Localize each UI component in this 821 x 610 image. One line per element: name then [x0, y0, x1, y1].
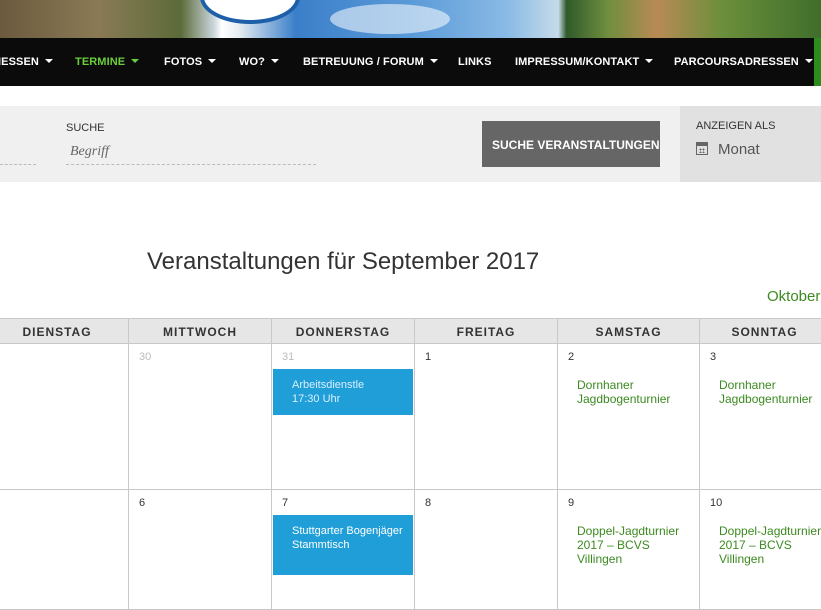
chevron-down-icon — [131, 59, 140, 63]
nav-item-termine[interactable]: TERMINE — [75, 38, 140, 86]
calendar-day-cell[interactable]: 31 Arbeitsdienstle 17:30 Uhr — [272, 344, 415, 490]
search-label: SUCHE — [66, 122, 105, 134]
day-number: 9 — [568, 497, 575, 509]
weekday-header-saturday: SAMSTAG — [558, 318, 700, 344]
calendar-day-cell[interactable]: 9 Doppel-Jagdturnier 2017 – BCVS Villing… — [558, 490, 700, 610]
nav-item-wo[interactable]: WO? — [239, 38, 279, 86]
calendar-day-cell[interactable]: 8 — [415, 490, 558, 610]
nav-item-impressum-kontakt[interactable]: IMPRESSUM/KONTAKT — [515, 38, 654, 86]
nav-item-parcoursadressen[interactable]: PARCOURSADRESSEN — [674, 38, 813, 86]
event-stammtisch[interactable]: Stuttgarter Bogenjäger Stammtisch — [273, 515, 413, 575]
view-dropdown[interactable]: Monat — [696, 141, 760, 158]
nav-item-betreuung-forum[interactable]: BETREUUNG / FORUM — [303, 38, 438, 86]
event-link[interactable]: Doppel-Jagdturnier 2017 – BCVS Villingen — [719, 524, 821, 566]
chevron-down-icon — [645, 59, 654, 63]
search-events-button[interactable]: SUCHE VERANSTALTUNGEN — [482, 121, 660, 167]
day-number: 6 — [139, 497, 146, 509]
banner-cloud — [330, 4, 450, 34]
calendar-day-cell[interactable]: 2 Dornhaner Jagdbogenturnier — [558, 344, 700, 490]
weekday-header-wednesday: MITTWOCH — [129, 318, 272, 344]
chevron-down-icon — [44, 59, 53, 63]
club-logo[interactable] — [200, 0, 300, 24]
page-title: Veranstaltungen für September 2017 — [147, 248, 540, 275]
day-number: 30 — [139, 351, 152, 363]
calendar-day-cell[interactable]: 29 — [0, 344, 129, 490]
search-input[interactable] — [66, 140, 316, 165]
calendar-icon — [696, 142, 708, 155]
weekday-header-friday: FREITAG — [415, 318, 558, 344]
main-nav: IESSEN TERMINE FOTOS WO? BETREUUNG / FOR… — [0, 38, 821, 86]
weekday-header-tuesday: DIENSTAG — [0, 318, 129, 344]
header-banner-image — [0, 0, 821, 38]
day-number: 10 — [710, 497, 723, 509]
event-link[interactable]: Dornhaner Jagdbogenturnier — [719, 378, 821, 406]
nav-accent-edge — [814, 38, 821, 86]
calendar-day-cell[interactable]: 30 — [129, 344, 272, 490]
day-number: 8 — [425, 497, 432, 509]
next-month-link[interactable]: Oktober — [767, 288, 820, 305]
nav-item-iessen[interactable]: IESSEN — [0, 38, 53, 86]
weekday-header-thursday: DONNERSTAG — [272, 318, 415, 344]
event-link[interactable]: Dornhaner Jagdbogenturnier — [577, 378, 695, 406]
day-number: 3 — [710, 351, 717, 363]
weekday-header-sunday: SONNTAG — [700, 318, 821, 344]
day-number: 31 — [282, 351, 295, 363]
calendar-day-cell[interactable]: 7 Stuttgarter Bogenjäger Stammtisch — [272, 490, 415, 610]
date-field-underline[interactable] — [0, 164, 36, 165]
calendar-day-cell[interactable]: 6 — [129, 490, 272, 610]
chevron-down-icon — [804, 59, 813, 63]
chevron-down-icon — [429, 59, 438, 63]
chevron-down-icon — [208, 59, 217, 63]
calendar-day-cell[interactable]: 10 Doppel-Jagdturnier 2017 – BCVS Villin… — [700, 490, 821, 610]
event-link[interactable]: Doppel-Jagdturnier 2017 – BCVS Villingen — [577, 524, 695, 566]
event-arbeitsdienst[interactable]: Arbeitsdienstle 17:30 Uhr — [273, 369, 413, 415]
day-number: 1 — [425, 351, 432, 363]
calendar-day-cell[interactable]: 1 — [415, 344, 558, 490]
nav-item-fotos[interactable]: FOTOS — [164, 38, 217, 86]
view-label: ANZEIGEN ALS — [696, 120, 776, 132]
nav-item-links[interactable]: LINKS — [458, 38, 492, 86]
calendar-day-cell[interactable]: 3 Dornhaner Jagdbogenturnier — [700, 344, 821, 490]
chevron-down-icon — [270, 59, 279, 63]
day-number: 2 — [568, 351, 575, 363]
view-value: Monat — [718, 141, 760, 158]
calendar-day-cell[interactable]: 5 — [0, 490, 129, 610]
day-number: 7 — [282, 497, 289, 509]
